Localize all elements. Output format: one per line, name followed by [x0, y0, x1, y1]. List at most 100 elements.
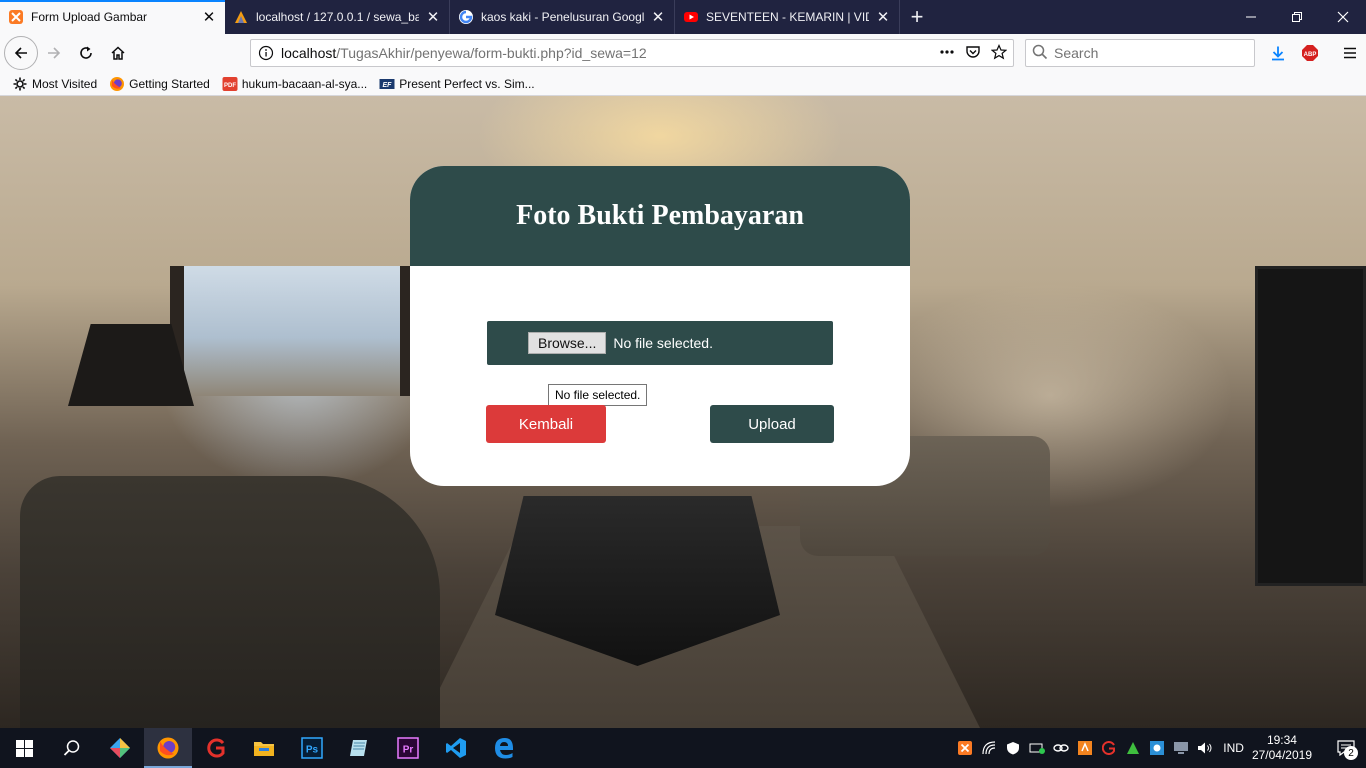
vscode-icon [446, 738, 466, 758]
firefox-icon [109, 76, 125, 92]
tab-phpmyadmin[interactable]: localhost / 127.0.0.1 / sewa_bar ✕ [225, 0, 450, 34]
tab-form-upload[interactable]: Form Upload Gambar ✕ [0, 0, 225, 34]
new-tab-button[interactable]: + [900, 0, 934, 34]
taskbar-app-premiere[interactable]: Pr [384, 728, 432, 768]
orange-app-tray-icon[interactable] [1073, 728, 1097, 768]
start-button[interactable] [0, 728, 48, 768]
notepad-icon [350, 740, 367, 756]
close-tab-icon[interactable]: ✕ [201, 9, 217, 25]
url-text[interactable]: localhost/TugasAkhir/penyewa/form-bukti.… [281, 45, 939, 61]
url-host: localhost [281, 45, 337, 61]
background-tv [1255, 266, 1366, 586]
svg-text:EF: EF [383, 82, 393, 89]
reload-button[interactable] [70, 37, 102, 69]
diamond-app-icon [110, 738, 130, 758]
green-triangle-tray-icon[interactable] [1121, 728, 1145, 768]
forward-button[interactable] [38, 37, 70, 69]
file-explorer-icon [254, 742, 274, 756]
action-center-button[interactable]: 2 [1326, 728, 1366, 768]
input-language[interactable]: IND [1223, 741, 1244, 755]
taskbar-app-vscode[interactable] [432, 728, 480, 768]
search-bar[interactable] [1025, 39, 1255, 67]
photoshop-icon: Ps [301, 737, 323, 759]
svg-text:PDF: PDF [224, 83, 236, 89]
bookmark-hukum-bacaan[interactable]: PDF hukum-bacaan-al-sya... [222, 76, 367, 92]
taskbar-app-edge[interactable] [480, 728, 528, 768]
file-status-text: No file selected. [613, 335, 713, 351]
file-input[interactable]: Browse... No file selected. [487, 321, 833, 365]
bookmark-present-perfect[interactable]: EF Present Perfect vs. Sim... [379, 76, 535, 92]
window-controls [1228, 0, 1366, 34]
url-bar[interactable]: localhost/TugasAkhir/penyewa/form-bukti.… [250, 39, 1014, 67]
edge-icon [495, 738, 514, 759]
blue-app-tray-icon[interactable] [1145, 728, 1169, 768]
pocket-icon[interactable] [965, 44, 981, 63]
tab-title: kaos kaki - Penelusuran Google [481, 10, 644, 24]
tab-google-search[interactable]: kaos kaki - Penelusuran Google ✕ [450, 0, 675, 34]
url-path: /TugasAkhir/penyewa/form-bukti.php?id_se… [336, 45, 647, 61]
search-input[interactable] [1054, 45, 1234, 61]
device-tray-icon[interactable] [1025, 728, 1049, 768]
tab-title: Form Upload Gambar [31, 10, 148, 24]
notification-count-badge: 2 [1344, 746, 1358, 760]
link-tray-icon[interactable] [1049, 728, 1073, 768]
youtube-icon [683, 9, 699, 25]
security-shield-icon[interactable] [1001, 728, 1025, 768]
info-icon[interactable] [251, 45, 281, 61]
display-tray-icon[interactable] [1169, 728, 1193, 768]
page-actions-icon[interactable] [939, 44, 955, 63]
svg-text:Pr: Pr [403, 745, 414, 756]
volume-icon[interactable] [1193, 728, 1217, 768]
download-arrow-icon [1272, 46, 1284, 61]
firefox-icon [157, 737, 179, 759]
bookmarks-toolbar: Most Visited Getting Started PDF hukum-b… [0, 72, 1366, 96]
upload-form-card: Foto Bukti Pembayaran Browse... No file … [410, 166, 910, 486]
upload-button[interactable]: Upload [710, 405, 834, 443]
forward-arrow-icon [48, 47, 61, 59]
home-icon [111, 46, 125, 60]
minimize-icon[interactable] [1228, 0, 1274, 34]
page-title: Foto Bukti Pembayaran [516, 200, 804, 231]
home-button[interactable] [102, 37, 134, 69]
file-input-tooltip: No file selected. [548, 384, 648, 406]
adblock-plus-button[interactable]: ABP [1294, 37, 1326, 69]
bookmark-most-visited[interactable]: Most Visited [12, 76, 97, 92]
taskbar-search-button[interactable] [48, 728, 96, 768]
kembali-button[interactable]: Kembali [486, 405, 606, 443]
bookmark-getting-started[interactable]: Getting Started [109, 76, 210, 92]
bookmark-star-icon[interactable] [990, 43, 1008, 63]
svg-text:ABP: ABP [1304, 52, 1317, 58]
tab-youtube[interactable]: SEVENTEEN - KEMARIN | VIDEO ✕ [675, 0, 900, 34]
browse-button[interactable]: Browse... [528, 332, 607, 354]
tab-strip: Form Upload Gambar ✕ localhost / 127.0.0… [0, 0, 1366, 34]
svg-text:Ps: Ps [306, 745, 319, 756]
garena-tray-icon[interactable] [1097, 728, 1121, 768]
xampp-tray-icon[interactable] [953, 728, 977, 768]
taskbar-app-firefox[interactable] [144, 728, 192, 768]
taskbar-app-notepad[interactable] [336, 728, 384, 768]
taskbar-app-file-explorer[interactable] [240, 728, 288, 768]
google-icon [458, 9, 474, 25]
close-tab-icon[interactable]: ✕ [425, 9, 441, 25]
page-content: Foto Bukti Pembayaran Browse... No file … [0, 96, 1366, 728]
taskbar-clock[interactable]: 19:34 27/04/2019 [1252, 733, 1312, 763]
close-tab-icon[interactable]: ✕ [875, 9, 891, 25]
windows-logo-icon [15, 739, 33, 757]
clock-time: 19:34 [1266, 733, 1297, 747]
close-tab-icon[interactable]: ✕ [650, 9, 666, 25]
taskbar-app-gitkraken[interactable] [96, 728, 144, 768]
downloads-button[interactable] [1262, 37, 1294, 69]
bookmark-label: Most Visited [32, 76, 98, 91]
garena-icon [207, 738, 225, 758]
taskbar-app-garena[interactable] [192, 728, 240, 768]
network-signal-icon[interactable] [977, 728, 1001, 768]
hamburger-menu-icon [1344, 47, 1356, 59]
bookmark-label: Getting Started [129, 76, 210, 91]
back-button[interactable] [4, 36, 38, 70]
taskbar-app-photoshop[interactable]: Ps [288, 728, 336, 768]
system-tray: IND 19:34 27/04/2019 2 [953, 728, 1366, 768]
close-window-icon[interactable] [1320, 0, 1366, 34]
restore-icon[interactable] [1274, 0, 1320, 34]
tab-title: SEVENTEEN - KEMARIN | VIDEO [706, 10, 869, 24]
open-menu-button[interactable] [1334, 37, 1366, 69]
